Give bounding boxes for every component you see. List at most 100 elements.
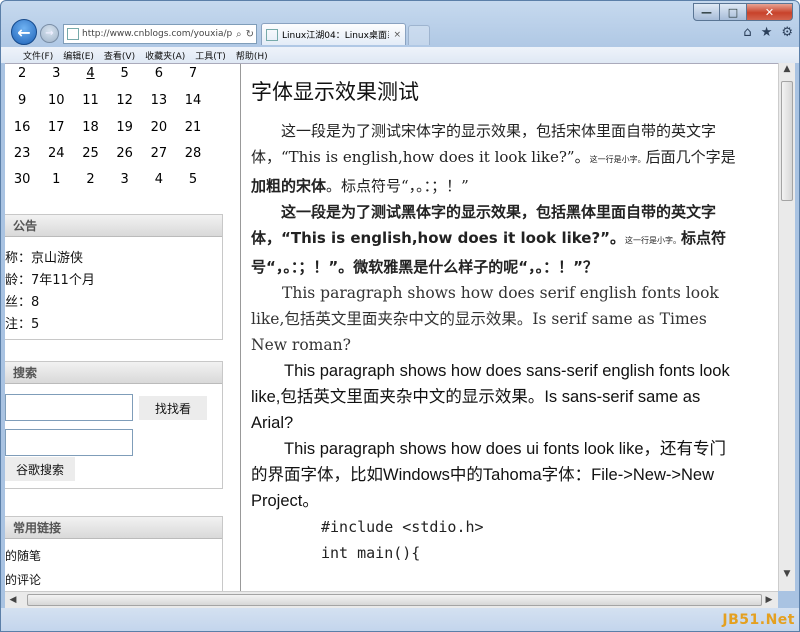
calendar-day: 3	[120, 172, 129, 187]
calendar-day[interactable]: 4	[73, 66, 107, 81]
favorites-icon[interactable]: ★	[761, 25, 773, 40]
menu-bar: 文件(F) 编辑(E) 查看(V) 收藏夹(A) 工具(T) 帮助(H)	[1, 47, 799, 63]
calendar-day: 25	[82, 146, 99, 161]
notice-line: 注：5	[5, 316, 40, 332]
links-title: 常用链接	[5, 517, 222, 539]
calendar-row: 9 10 11 12 13 14	[5, 93, 210, 108]
search-input[interactable]	[5, 394, 133, 421]
find-button[interactable]: 找找看	[139, 396, 207, 420]
calendar-day: 4	[154, 172, 163, 187]
vertical-scrollbar[interactable]: ▲ ▼	[778, 63, 795, 591]
notice-panel: 公告 称：京山游侠 龄：7年11个月 丝：8 注：5	[5, 214, 223, 340]
tab-active[interactable]: Linux江湖04：Linux桌面系... ×	[261, 23, 406, 45]
calendar-day: 3	[52, 66, 61, 81]
song-text-2: 后面几个字是	[645, 148, 736, 166]
ui-font-paragraph: This paragraph shows how does ui fonts l…	[251, 440, 727, 510]
small-text: 这一行是小字。	[589, 155, 646, 164]
links-panel: 常用链接 的随笔 的评论	[5, 516, 223, 591]
horizontal-scroll-thumb[interactable]	[27, 594, 762, 606]
google-search-button[interactable]: 谷歌搜索	[5, 457, 75, 481]
new-tab-button[interactable]	[408, 25, 430, 45]
scroll-up-icon[interactable]: ▲	[779, 63, 795, 75]
code-line: #include <stdio.h>	[321, 518, 484, 536]
serif-paragraph: This paragraph shows how does serif engl…	[251, 284, 719, 354]
menu-favorites[interactable]: 收藏夹(A)	[145, 49, 185, 62]
status-bar: JB51.Net	[1, 608, 799, 631]
calendar-day: 26	[116, 146, 133, 161]
search-icon[interactable]: ⌕	[234, 29, 244, 40]
calendar-day: 24	[48, 146, 65, 161]
back-button[interactable]: ←	[11, 19, 37, 45]
calendar-day: 16	[13, 120, 31, 135]
link-my-posts[interactable]: 的随笔	[5, 543, 222, 567]
notice-title: 公告	[5, 215, 222, 237]
search-panel: 搜索 找找看 谷歌搜索	[5, 361, 223, 489]
watermark-logo: JB51.Net	[722, 612, 795, 628]
toolbar-icons: ⌂ ★ ⚙	[743, 25, 793, 40]
calendar-day: 10	[48, 93, 65, 108]
code-line: int main(){	[321, 544, 421, 562]
calendar-day: 11	[82, 93, 99, 108]
calendar-day: 30	[13, 172, 31, 187]
notice-body: 称：京山游侠 龄：7年11个月 丝：8 注：5	[5, 237, 222, 333]
article: 字体显示效果测试 这一段是为了测试宋体字的显示效果，包括宋体里面自带的英文字体，…	[251, 70, 736, 566]
navigation-bar: ← → http://www.cnblogs.com/youxia/p ⌕ ↻ …	[1, 17, 799, 47]
browser-window: — □ ✕ ← → http://www.cnblogs.com/youxia/…	[0, 0, 800, 632]
forward-button[interactable]: →	[40, 24, 59, 43]
calendar-day: 6	[154, 66, 163, 81]
column-divider	[240, 64, 241, 591]
calendar-day: 12	[116, 93, 133, 108]
calendar-day: 17	[48, 120, 65, 135]
notice-line: 丝：8	[5, 294, 40, 310]
calendar-day: 5	[188, 172, 198, 187]
menu-view[interactable]: 查看(V)	[104, 49, 135, 62]
calendar-row: 30 1 2 3 4 5	[5, 172, 210, 187]
back-arrow-icon: ←	[17, 22, 31, 42]
sidebar: 2 3 4 5 6 7 9 10 11 12 13 14 16 17 18 19 20 21 23 24 25 26 27 2…	[5, 64, 227, 591]
notice-line: 称：京山游侠	[5, 250, 84, 266]
scroll-left-icon[interactable]: ◀	[5, 592, 21, 608]
song-paragraph: 这一段是为了测试宋体字的显示效果，包括宋体里面自带的英文字体，“This is …	[251, 118, 736, 199]
vertical-scroll-thumb[interactable]	[781, 81, 793, 201]
home-icon[interactable]: ⌂	[743, 25, 751, 40]
punctuation-text: 。标点符号“，。：；！”	[326, 177, 469, 195]
page-title: 字体显示效果测试	[251, 80, 419, 104]
calendar-day: 28	[184, 146, 202, 161]
calendar-day: 9	[17, 93, 27, 108]
scroll-right-icon[interactable]: ▶	[761, 592, 777, 608]
notice-line: 龄：7年11个月	[5, 272, 95, 288]
address-url[interactable]: http://www.cnblogs.com/youxia/p	[82, 29, 234, 39]
menu-help[interactable]: 帮助(H)	[236, 49, 268, 62]
calendar-day: 23	[13, 146, 31, 161]
bold-text: 加粗的宋体	[251, 177, 327, 195]
calendar-day: 21	[184, 120, 202, 135]
calendar-day: 5	[120, 66, 129, 81]
menu-file[interactable]: 文件(F)	[23, 49, 53, 62]
calendar-day: 14	[184, 93, 202, 108]
calendar-day: 1	[52, 172, 61, 187]
hei-paragraph: 这一段是为了测试黑体字的显示效果，包括黑体里面自带的英文字体，“This is …	[251, 199, 736, 280]
scroll-down-icon[interactable]: ▼	[779, 568, 795, 580]
calendar-day: 2	[17, 66, 27, 81]
gear-icon[interactable]: ⚙	[781, 25, 793, 40]
google-search-input[interactable]	[5, 429, 133, 456]
calendar-day: 2	[86, 172, 95, 187]
calendar-day: 18	[82, 120, 99, 135]
small-text: 这一行是小字。	[625, 236, 682, 245]
horizontal-scrollbar[interactable]: ◀ ▶	[5, 591, 778, 608]
search-title: 搜索	[5, 362, 222, 384]
menu-edit[interactable]: 编辑(E)	[63, 49, 94, 62]
tab-favicon-icon	[266, 28, 278, 41]
calendar-day: 19	[116, 120, 133, 135]
menu-tools[interactable]: 工具(T)	[195, 49, 226, 62]
tab-close-icon[interactable]: ×	[389, 30, 405, 40]
link-my-comments[interactable]: 的评论	[5, 567, 222, 591]
calendar-day: 20	[150, 120, 168, 135]
calendar-day: 27	[150, 146, 168, 161]
sans-paragraph: This paragraph shows how does sans-serif…	[251, 362, 730, 432]
calendar-day: 13	[150, 93, 168, 108]
calendar-row: 16 17 18 19 20 21	[5, 120, 210, 135]
links-body: 的随笔 的评论	[5, 539, 222, 591]
address-bar[interactable]: http://www.cnblogs.com/youxia/p ⌕ ↻	[63, 24, 257, 44]
refresh-icon[interactable]: ↻	[244, 29, 256, 40]
